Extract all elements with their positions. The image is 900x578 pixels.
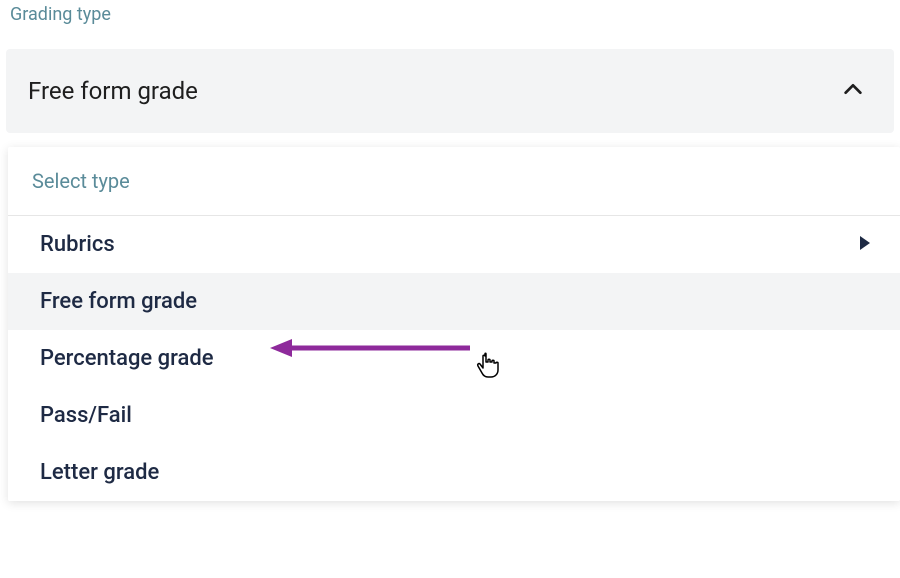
dropdown-option[interactable]: Free form grade xyxy=(8,273,900,330)
dropdown-option-label: Free form grade xyxy=(40,289,197,314)
dropdown-option[interactable]: Letter grade xyxy=(8,444,900,501)
dropdown-option-label: Percentage grade xyxy=(40,346,214,371)
field-label: Grading type xyxy=(0,0,900,25)
dropdown-option-label: Letter grade xyxy=(40,460,159,485)
dropdown-option-label: Rubrics xyxy=(40,232,115,257)
dropdown-selected-text: Free form grade xyxy=(28,77,198,105)
dropdown-option-label: Pass/Fail xyxy=(40,403,132,428)
dropdown-option[interactable]: Pass/Fail xyxy=(8,387,900,444)
dropdown-option[interactable]: Percentage grade xyxy=(8,330,900,387)
chevron-up-icon xyxy=(842,78,864,104)
dropdown-options-list: Rubrics Free form grade Percentage grade Pa… xyxy=(8,216,900,501)
dropdown-option[interactable]: Rubrics xyxy=(8,216,900,273)
caret-right-icon xyxy=(858,235,872,254)
grading-type-dropdown-trigger[interactable]: Free form grade xyxy=(6,49,894,133)
grading-type-dropdown-panel: Select type Rubrics Free form grade Percen… xyxy=(8,147,900,501)
dropdown-header: Select type xyxy=(8,147,900,216)
